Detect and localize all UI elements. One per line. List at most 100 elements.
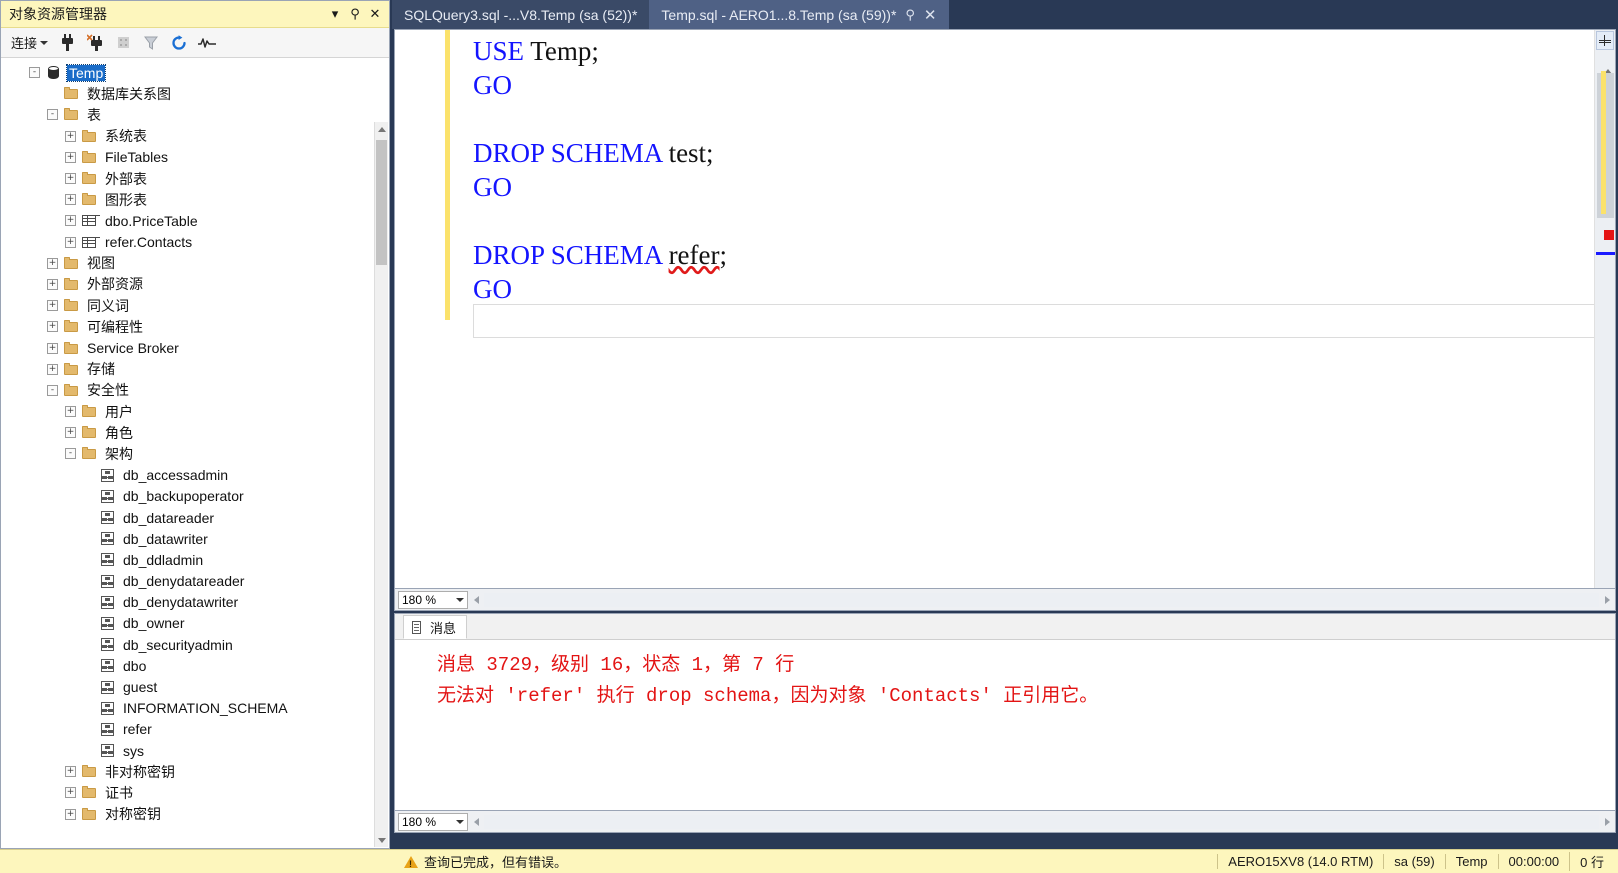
tree-node[interactable]: + 角色 [1,422,389,443]
editor-zoom-select[interactable]: 180 % [398,590,468,609]
panel-dropdown-icon[interactable]: ▾ [325,4,345,24]
editor-scroll-up-arrow[interactable] [1604,54,1612,74]
tree-node[interactable]: db_denydatareader [1,571,389,592]
expand-icon[interactable]: + [47,278,58,290]
messages-text[interactable]: 消息 3729，级别 16，状态 1，第 7 行无法对 'refer' 执行 d… [395,640,1615,712]
expand-icon[interactable]: + [47,363,58,375]
expand-icon[interactable]: + [65,215,76,227]
activity-monitor-icon[interactable] [194,31,220,55]
filter-icon[interactable] [138,31,164,55]
expand-icon[interactable]: + [65,427,76,439]
folder-icon [81,807,98,822]
collapse-icon[interactable]: - [65,448,76,460]
tree-node[interactable]: - 安全性 [1,380,389,401]
object-explorer-tree[interactable]: - Temp 数据库关系图 - 表 + 系统表 + FileTables + 外部表 + 图形表 + dbo… [1,58,389,848]
tree-node[interactable]: sys [1,740,389,761]
tree-node[interactable]: db_owner [1,613,389,634]
schema-icon [99,680,116,695]
hscroll-right-arrow[interactable] [1599,595,1615,604]
tab-temp-sql[interactable]: Temp.sql - AERO1...8.Temp (sa (59))* ⚲ ✕ [649,0,949,29]
expand-icon[interactable]: + [65,406,76,418]
tree-node[interactable]: + 存储 [1,359,389,380]
expand-icon[interactable]: + [47,321,58,333]
tree-node[interactable]: db_datareader [1,507,389,528]
scroll-down-arrow[interactable] [375,833,388,847]
tree-node[interactable]: db_accessadmin [1,465,389,486]
tree-node[interactable]: -表 [1,104,389,125]
tree-node[interactable]: + 对称密钥 [1,804,389,825]
tree-node[interactable]: db_ddladmin [1,549,389,570]
tree-node[interactable]: refer [1,719,389,740]
expand-icon[interactable]: + [65,151,76,163]
panel-close-icon[interactable]: ✕ [365,4,385,24]
editor-vertical-scrollbar[interactable] [1594,30,1615,588]
refresh-icon[interactable] [166,31,192,55]
tree-node[interactable]: + refer.Contacts [1,232,389,253]
expander-placeholder [83,554,94,565]
tree-node[interactable]: + 证书 [1,782,389,803]
tree-node[interactable]: + 视图 [1,253,389,274]
tree-node[interactable]: + 图形表 [1,189,389,210]
tree-vertical-scrollbar[interactable] [374,122,388,847]
tree-node[interactable]: + 系统表 [1,126,389,147]
scroll-up-arrow[interactable] [375,122,388,136]
tree-node[interactable]: + Service Broker [1,337,389,358]
sql-code-text[interactable]: USE Temp; GO DROP SCHEMA test; GO DROP SCH… [473,34,1585,306]
expand-icon[interactable]: + [47,300,58,312]
scrollbar-caret-marker [1596,252,1615,255]
tree-node[interactable]: + 外部资源 [1,274,389,295]
scrollbar-error-marker[interactable] [1604,230,1614,240]
collapse-icon[interactable]: - [29,67,40,79]
tree-node[interactable]: INFORMATION_SCHEMA [1,698,389,719]
tree-node[interactable]: + 非对称密钥 [1,761,389,782]
collapse-icon[interactable]: - [47,384,58,396]
results-hscroll-track[interactable] [484,814,1599,829]
expand-icon[interactable]: + [65,236,76,248]
collapse-icon[interactable]: - [47,109,58,121]
tree-node[interactable]: 数据库关系图 [1,83,389,104]
tree-node[interactable]: + dbo.PriceTable [1,210,389,231]
panel-pin-icon[interactable]: ⚲ [345,4,365,24]
sql-text: test; [661,138,714,168]
expand-icon[interactable]: + [65,766,76,778]
sql-editor[interactable]: USE Temp; GO DROP SCHEMA test; GO DROP SCH… [394,29,1616,589]
tree-node-label: refer.Contacts [105,234,193,251]
expand-icon[interactable]: + [65,173,76,185]
tree-node[interactable]: db_datawriter [1,528,389,549]
tree-node[interactable]: db_securityadmin [1,634,389,655]
tree-node[interactable]: + 可编程性 [1,316,389,337]
connect-dropdown-button[interactable]: 连接 [7,31,52,54]
tree-node[interactable]: dbo [1,655,389,676]
tree-node[interactable]: db_backupoperator [1,486,389,507]
tree-node[interactable]: - 架构 [1,443,389,464]
hscroll-left-arrow[interactable] [468,595,484,604]
expand-icon[interactable]: + [47,257,58,269]
editor-hscroll-track[interactable] [484,592,1599,607]
tree-node[interactable]: + 外部表 [1,168,389,189]
tab-messages[interactable]: 消息 [403,615,468,639]
disconnect-icon[interactable] [82,31,108,55]
expand-icon[interactable]: + [65,808,76,820]
split-editor-icon[interactable] [1596,31,1614,50]
connect-icon[interactable] [54,31,80,55]
tab-close-icon[interactable]: ✕ [924,6,937,24]
tree-node[interactable]: db_denydatawriter [1,592,389,613]
expand-icon[interactable]: + [65,130,76,142]
tab-sqlquery3[interactable]: SQLQuery3.sql -...V8.Temp (sa (52))* [392,0,650,29]
hscroll-left-arrow[interactable] [468,817,484,826]
expand-icon[interactable]: + [47,342,58,354]
expand-icon[interactable]: + [65,787,76,799]
scroll-thumb[interactable] [376,140,387,265]
tree-node[interactable]: - Temp [1,62,389,83]
tree-node[interactable]: + FileTables [1,147,389,168]
tree-node[interactable]: guest [1,676,389,697]
tab-pin-icon[interactable]: ⚲ [905,7,915,23]
tree-node[interactable]: + 用户 [1,401,389,422]
expander-placeholder [83,724,94,735]
chevron-down-icon [456,819,464,824]
expand-icon[interactable]: + [65,194,76,206]
results-zoom-select[interactable]: 180 % [398,812,468,831]
tree-node[interactable]: + 同义词 [1,295,389,316]
tree-node-label: FileTables [105,149,169,166]
hscroll-right-arrow[interactable] [1599,817,1615,826]
